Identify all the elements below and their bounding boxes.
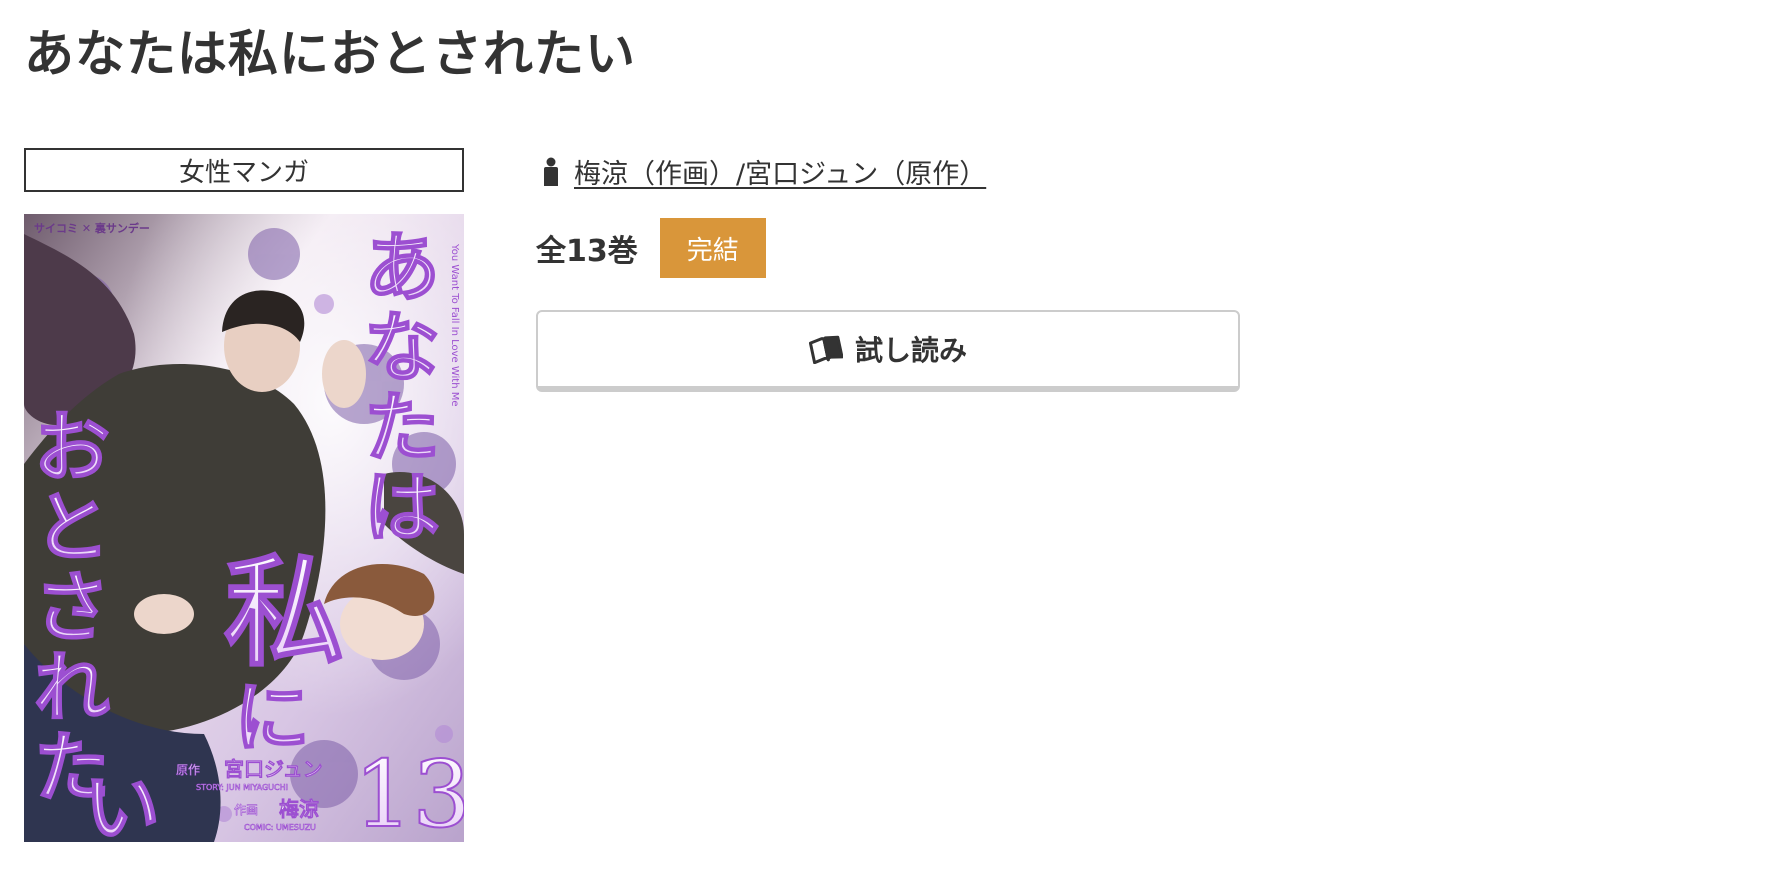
page: あなたは私におとされたい 女性マンガ あ な た は お と さ れ た い 私… (0, 0, 1780, 878)
cover-artwork: あ な た は お と さ れ た い 私 に サイコミ ✕ 裏サンデー You… (24, 214, 464, 842)
volume-count: 全13巻 (536, 234, 638, 269)
status-badge: 完結 (659, 218, 766, 278)
trial-read-label: 試し読み (854, 334, 967, 367)
cover-title-char-5: お (34, 403, 110, 492)
cover-title-char-7: さ (34, 563, 110, 652)
cover-credit-art-roman: COMIC: UMESUZU (244, 823, 316, 832)
genre-label: 女性マンガ (178, 157, 309, 188)
cover-title-char-12: に (234, 673, 310, 762)
cover-title-char-6: と (34, 483, 110, 572)
genre-tag[interactable]: 女性マンガ (24, 148, 464, 192)
cover-credit-story-name: 宮口ジュン (224, 757, 323, 781)
person-icon (544, 157, 558, 186)
cover-title-char-8: れ (34, 643, 110, 732)
page-title: あなたは私におとされたい (24, 25, 636, 83)
cover-credit-story-label: 原作 (176, 763, 200, 777)
cover-credit-art-label: 作画 (234, 803, 258, 817)
author-link[interactable]: 梅涼（作画）/宮口ジュン（原作） (574, 152, 986, 191)
cover-credit-story-roman: STORY: JUN MIYAGUCHI (196, 783, 288, 792)
author-row: 梅涼（作画）/宮口ジュン（原作） (542, 152, 986, 191)
cover-side-text: You Want To Fall In Love With Me (449, 243, 460, 407)
cover-title-char-2: な (364, 303, 440, 392)
cover-publisher-logo: サイコミ ✕ 裏サンデー (34, 221, 150, 235)
cover-title-char-1: あ (364, 223, 440, 312)
cover-title-char-10: い (84, 763, 160, 842)
cover-image[interactable]: あ な た は お と さ れ た い 私 に サイコミ ✕ 裏サンデー You… (24, 214, 464, 842)
cover-credit-art-name: 梅涼 (279, 797, 319, 821)
open-book-icon (808, 335, 843, 364)
cover-title-char-4: は (364, 463, 440, 552)
cover-volume-number: 13 (354, 741, 464, 842)
cover-title-char-3: た (364, 383, 440, 472)
volume-row: 全13巻 完結 (536, 218, 766, 278)
cover-title-char-11: 私 (224, 542, 344, 683)
trial-read-button[interactable]: 試し読み (536, 310, 1240, 392)
